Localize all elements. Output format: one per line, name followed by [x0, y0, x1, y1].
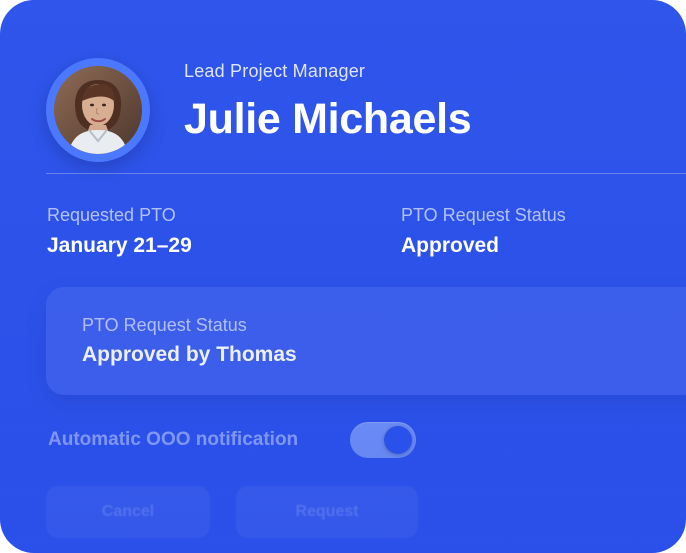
- pto-status-value: Approved: [401, 234, 500, 257]
- employee-name: Julie Michaels: [184, 95, 472, 143]
- profile-photo-illustration: [54, 66, 142, 154]
- approval-panel-label: PTO Request Status: [82, 315, 247, 335]
- avatar: [46, 58, 150, 162]
- approval-panel-value: Approved by Thomas: [82, 343, 297, 366]
- header-divider: [46, 173, 686, 174]
- approval-panel: PTO Request Status Approved by Thomas: [46, 287, 686, 395]
- page: Lead Project Manager Julie Michaels Requ…: [0, 0, 686, 553]
- pto-status-label: PTO Request Status: [401, 205, 566, 225]
- job-title: Lead Project Manager: [184, 61, 366, 81]
- request-button[interactable]: Request: [236, 486, 418, 538]
- requested-pto-label: Requested PTO: [47, 205, 176, 225]
- requested-pto-value: January 21–29: [47, 234, 192, 257]
- automatic-ooo-label: Automatic OOO notification: [48, 429, 299, 450]
- toggle-knob[interactable]: [384, 426, 412, 454]
- profile-photo: [54, 66, 142, 154]
- pto-profile-card: Lead Project Manager Julie Michaels Requ…: [0, 0, 686, 553]
- automatic-ooo-toggle[interactable]: [350, 422, 416, 458]
- cancel-button[interactable]: Cancel: [46, 486, 210, 538]
